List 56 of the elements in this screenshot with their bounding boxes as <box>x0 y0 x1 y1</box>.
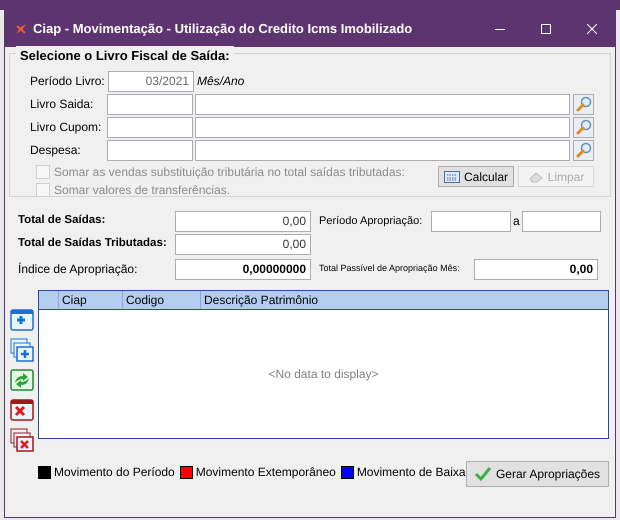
field-label: Livro Saida: <box>30 96 94 113</box>
input-field[interactable] <box>195 94 570 114</box>
legend-label: Movimento Extemporâneo <box>196 464 336 481</box>
field-label: Período Apropriação: <box>319 214 424 229</box>
field-label: Despesa: <box>30 142 82 159</box>
field-label: Período Livro: <box>30 73 106 90</box>
input-field[interactable] <box>431 210 511 232</box>
magnifier-icon <box>576 96 592 112</box>
checkbox-label: Somar valores de transferências. <box>54 182 230 199</box>
legend-label: Movimento do Período <box>54 464 175 481</box>
magnifier-icon <box>576 142 592 158</box>
input-field[interactable] <box>107 94 194 114</box>
delete-multiple-icon <box>10 428 34 452</box>
field-label: Índice de Apropriação: <box>18 261 138 278</box>
magnifier-icon <box>576 119 592 135</box>
toolbar-button[interactable] <box>8 336 36 364</box>
field-label: Total Passível de Apropriação Mês: <box>319 262 461 276</box>
input-field[interactable] <box>522 210 601 232</box>
range-separator: a <box>513 213 520 230</box>
input-field[interactable]: 03/2021 <box>108 70 194 92</box>
maximize-icon <box>541 24 551 34</box>
input-field[interactable] <box>195 140 570 160</box>
delete-icon <box>10 399 34 421</box>
format-hint: Mês/Ano <box>197 73 244 90</box>
search-button[interactable] <box>573 140 594 160</box>
input-field[interactable]: 0,00 <box>175 210 311 232</box>
eraser-icon <box>528 170 544 182</box>
generate-button[interactable]: Gerar Apropriações <box>466 461 609 487</box>
field-label: Livro Cupom: <box>30 119 102 136</box>
window-title: Ciap - Movimentação - Utilização do Credito Icms Imobilizado <box>33 20 412 38</box>
checkbox-label: Somar as vendas substituição tributária no total saídas tributadas: <box>54 164 405 181</box>
calculate-button[interactable]: Calcular <box>438 166 514 187</box>
calculator-icon <box>444 170 460 182</box>
search-button[interactable] <box>573 94 594 114</box>
column-header[interactable]: Codigo <box>123 291 201 309</box>
total-label: Total de Saídas Tributadas: <box>18 236 168 252</box>
input-field[interactable] <box>195 116 570 138</box>
empty-message: <No data to display> <box>268 366 379 383</box>
total-label: Total de Saídas: <box>18 213 106 228</box>
input-field[interactable] <box>107 116 194 138</box>
add-icon <box>10 309 34 331</box>
checkmark-icon <box>474 467 491 481</box>
legend-label: Movimento de Baixa <box>356 464 466 481</box>
input-field[interactable]: 0,00000000 <box>175 258 311 280</box>
column-header[interactable]: Ciap <box>59 291 123 309</box>
input-field[interactable]: 0,00 <box>474 258 598 280</box>
add-multiple-icon <box>10 338 34 362</box>
close-icon <box>587 24 597 34</box>
toolbar-button[interactable] <box>8 426 36 454</box>
search-button[interactable] <box>573 116 594 138</box>
refresh-icon <box>10 369 34 391</box>
column-header[interactable]: Descrição Patrimônio <box>201 291 608 309</box>
app-logo-icon <box>15 23 27 35</box>
minimize-icon <box>495 28 505 30</box>
input-field[interactable] <box>107 140 194 160</box>
input-field[interactable]: 0,00 <box>175 234 311 254</box>
